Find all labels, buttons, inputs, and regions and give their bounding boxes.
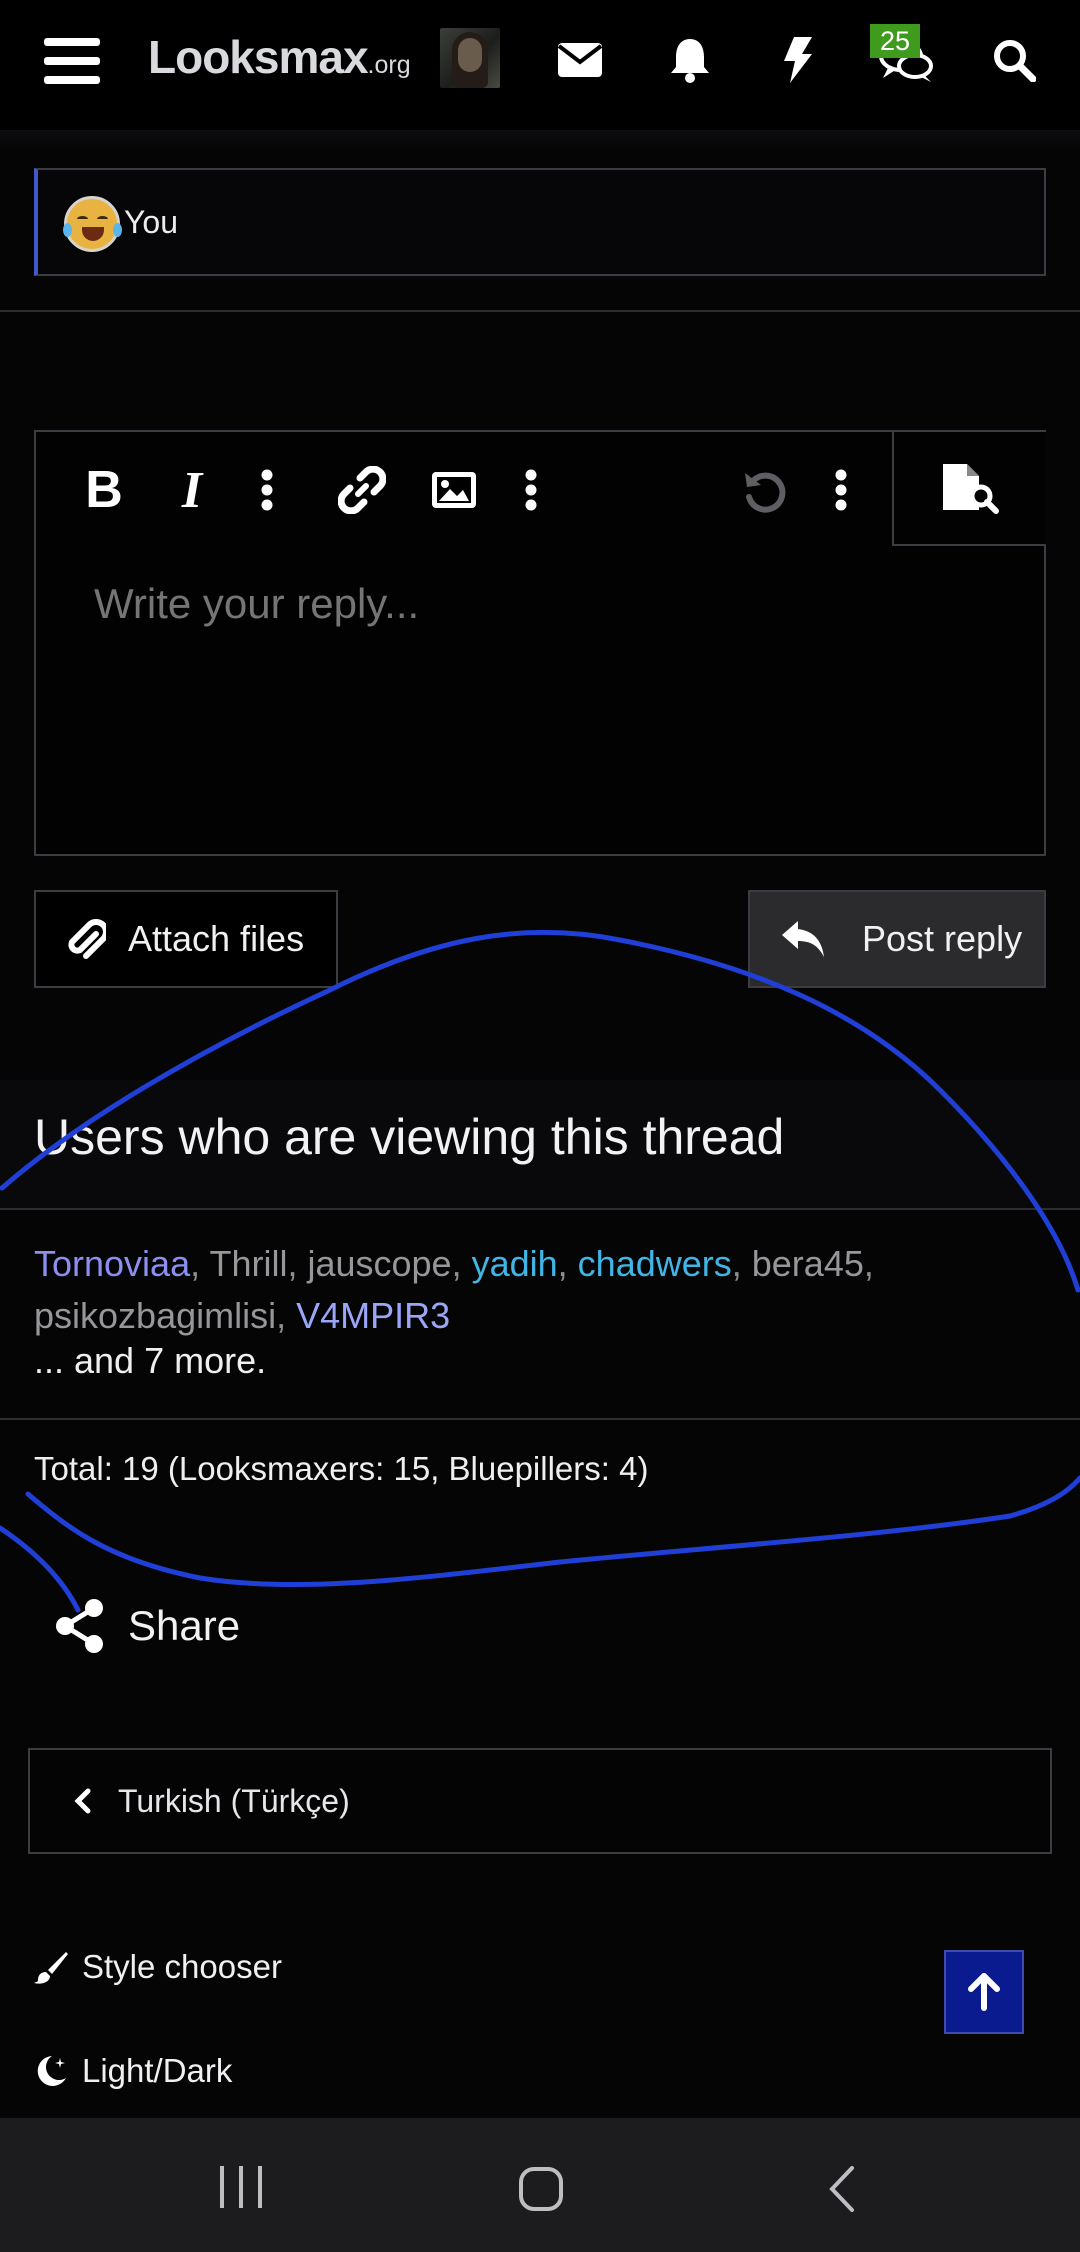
- italic-icon[interactable]: I: [164, 462, 220, 519]
- moon-icon: [37, 2056, 66, 2086]
- language-label: Turkish (Türkçe): [118, 1782, 350, 1819]
- paintbrush-icon: [34, 1952, 68, 1984]
- light-dark-toggle[interactable]: Light/Dark: [34, 2052, 232, 2090]
- avatar[interactable]: [440, 28, 500, 88]
- viewer-link[interactable]: chadwers: [578, 1243, 732, 1284]
- mention-label: You: [124, 204, 178, 240]
- section-divider: [0, 310, 1080, 312]
- bolt-icon[interactable]: [768, 30, 828, 90]
- language-chooser[interactable]: Turkish (Türkçe): [28, 1748, 1052, 1854]
- logo-main-text: Looksmax: [148, 31, 369, 83]
- viewer-link[interactable]: yadih: [472, 1243, 558, 1284]
- laughing-emoji-icon: [63, 196, 122, 252]
- viewer-link[interactable]: V4MPIR3: [296, 1295, 450, 1336]
- reply-editor[interactable]: B I: [34, 430, 1046, 856]
- attach-files-label: Attach files: [128, 918, 305, 959]
- envelope-icon[interactable]: [550, 30, 610, 90]
- nav-shadow: [0, 130, 1080, 152]
- post-reply-label: Post reply: [862, 918, 1023, 959]
- section-divider: [0, 1208, 1080, 1210]
- bell-icon[interactable]: [660, 30, 720, 90]
- post-reply-button[interactable]: Post reply: [748, 890, 1046, 988]
- more-options-icon[interactable]: [252, 468, 282, 512]
- share-button[interactable]: Share: [54, 1598, 240, 1654]
- more-options-icon[interactable]: [516, 468, 546, 512]
- recent-apps-icon[interactable]: [218, 2166, 264, 2213]
- viewer-link[interactable]: Thrill: [209, 1243, 287, 1284]
- mentioned-user-box[interactable]: You: [34, 168, 1046, 276]
- back-to-top-button[interactable]: [944, 1950, 1024, 2034]
- undo-icon[interactable]: [736, 468, 792, 513]
- logo-tld-text: .org: [367, 51, 411, 79]
- back-icon[interactable]: [828, 2166, 856, 2217]
- section-divider: [0, 1418, 1080, 1420]
- viewer-link[interactable]: jauscope: [307, 1243, 451, 1284]
- attach-files-button[interactable]: Attach files: [34, 890, 338, 988]
- home-icon[interactable]: [518, 2166, 564, 2217]
- style-chooser-link[interactable]: Style chooser: [34, 1948, 282, 1986]
- viewer-link[interactable]: Tornoviaa: [34, 1243, 190, 1284]
- style-chooser-label: Style chooser: [82, 1948, 282, 1985]
- viewers-title: Users who are viewing this thread: [34, 1109, 785, 1165]
- reply-input[interactable]: [94, 580, 974, 628]
- paperclip-icon: [68, 919, 106, 959]
- viewer-link[interactable]: psikozbagimlisi: [34, 1295, 276, 1336]
- reply-arrow-icon: [782, 921, 824, 957]
- system-navigation-bar: [0, 2118, 1080, 2252]
- image-icon[interactable]: [424, 468, 484, 512]
- menu-icon[interactable]: [44, 38, 100, 84]
- conversations-count-badge: 25: [870, 24, 920, 58]
- editor-toolbar: B I: [36, 432, 892, 546]
- viewers-list: Tornoviaa, Thrill, jauscope, yadih, chad…: [34, 1243, 874, 1336]
- more-options-icon[interactable]: [826, 468, 856, 512]
- viewers-more: ... and 7 more.: [34, 1340, 267, 1381]
- search-icon[interactable]: [984, 30, 1044, 90]
- preview-icon[interactable]: [892, 432, 1046, 546]
- chevron-left-icon: [74, 1788, 91, 1814]
- share-label: Share: [128, 1602, 241, 1649]
- link-icon[interactable]: [334, 466, 390, 514]
- viewers-total: Total: 19 (Looksmaxers: 15, Bluepillers:…: [34, 1450, 649, 1487]
- viewer-link[interactable]: bera45: [752, 1243, 864, 1284]
- bold-icon[interactable]: B: [76, 461, 132, 519]
- light-dark-label: Light/Dark: [82, 2052, 233, 2089]
- arrow-up-icon: [968, 1973, 1000, 2011]
- share-icon: [56, 1599, 103, 1653]
- avatar-face: [458, 38, 482, 72]
- site-logo[interactable]: Looksmax.org: [148, 30, 411, 90]
